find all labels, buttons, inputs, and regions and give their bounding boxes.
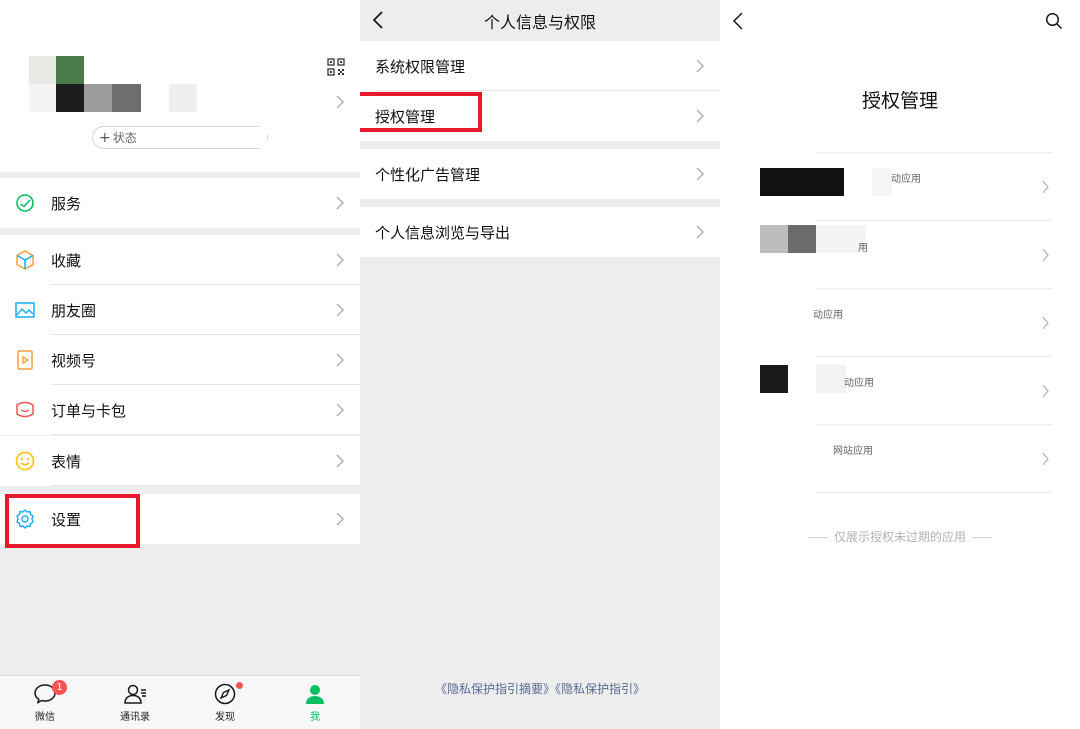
tab-chats[interactable]: 1 微信 — [0, 676, 90, 729]
moments-icon — [14, 299, 36, 321]
me-screen: + 状态 服务 收藏 朋友圈 视频号 订单与卡包 表情 设置 1 微信 通讯录 … — [0, 0, 360, 729]
new-dot — [236, 682, 243, 689]
chevron-right-icon — [695, 108, 705, 124]
service-icon — [14, 192, 36, 214]
chevron-right-icon — [695, 224, 705, 240]
app-name-redacted — [760, 168, 844, 196]
app-type-tag: 动应用 — [813, 310, 843, 321]
avatar — [169, 84, 197, 112]
settings-highlight-box — [5, 494, 140, 548]
tab-label: 通讯录 — [120, 712, 150, 723]
chevron-right-icon — [1041, 179, 1051, 195]
app-name-redacted — [760, 225, 788, 253]
chevron-right-icon — [335, 511, 345, 527]
app-type-tag: 动应用 — [891, 174, 921, 185]
chevron-right-icon — [1041, 247, 1051, 263]
menu-item-label: 朋友圈 — [51, 301, 97, 320]
profile-card[interactable]: + 状态 — [0, 0, 360, 172]
back-arrow-icon[interactable] — [732, 11, 744, 31]
menu-item-label: 服务 — [51, 194, 82, 213]
chevron-right-icon — [335, 352, 345, 368]
menu-item-label: 个性化广告管理 — [375, 166, 481, 184]
menu-item-label: 表情 — [51, 452, 82, 471]
tab-discover[interactable]: 发现 — [180, 676, 270, 729]
menu-item-moments[interactable]: 朋友圈 — [0, 285, 360, 335]
app-type-tag: 用 — [858, 243, 868, 254]
avatar — [56, 84, 84, 112]
footer-note-text: 仅展示授权未过期的应用 — [833, 530, 966, 544]
authorized-app-row[interactable]: 动应用 — [760, 357, 1052, 425]
chevron-right-icon — [335, 302, 345, 318]
page-title: 个人信息与权限 — [483, 13, 596, 32]
avatar — [112, 84, 141, 112]
search-icon[interactable] — [1045, 12, 1063, 30]
orders-cards-icon — [14, 399, 36, 421]
privacy-links: 《隐私保护指引摘要》《隐私保护指引》 — [360, 680, 720, 697]
menu-item-label: 订单与卡包 — [51, 401, 127, 420]
authorized-app-row[interactable]: 用 — [760, 221, 1052, 289]
chevron-right-icon — [335, 453, 345, 469]
menu-item-service[interactable]: 服务 — [0, 178, 360, 228]
contacts-icon — [123, 682, 147, 706]
avatar — [29, 56, 56, 84]
favorites-icon — [14, 249, 36, 271]
authorization-highlight-box — [360, 92, 482, 132]
app-type-tag: 网站应用 — [833, 446, 873, 457]
menu-item-label: 个人信息浏览与导出 — [375, 224, 511, 242]
status-button[interactable]: + 状态 — [92, 126, 268, 149]
authorization-screen: 授权管理 动应用 用 动应用 动应用 网站应用 仅展示授权未过期的应用 — [720, 0, 1080, 729]
tab-label: 发现 — [215, 712, 235, 723]
page-title: 授权管理 — [861, 90, 938, 112]
chevron-right-icon — [335, 94, 345, 110]
tab-me[interactable]: 我 — [270, 676, 360, 729]
app-type-tag: 动应用 — [844, 378, 874, 389]
menu-item-personal-data-export[interactable]: 个人信息浏览与导出 — [360, 207, 720, 257]
chevron-right-icon — [695, 58, 705, 74]
menu-item-system-permissions[interactable]: 系统权限管理 — [360, 41, 720, 91]
chevron-right-icon — [335, 402, 345, 418]
chevron-right-icon — [1041, 315, 1051, 331]
tab-contacts[interactable]: 通讯录 — [90, 676, 180, 729]
discover-icon — [213, 682, 237, 706]
privacy-screen: 个人信息与权限 系统权限管理 授权管理 个性化广告管理 个人信息浏览与导出 《隐… — [360, 0, 720, 729]
avatar — [29, 84, 56, 112]
list-footer-note: 仅展示授权未过期的应用 — [720, 528, 1080, 545]
chevron-right-icon — [1041, 383, 1051, 399]
menu-item-stickers[interactable]: 表情 — [0, 436, 360, 486]
chevron-right-icon — [335, 252, 345, 268]
me-icon — [303, 682, 327, 706]
privacy-policy-link[interactable]: 《隐私保护指引》 — [555, 682, 645, 696]
authorized-app-row[interactable]: 网站应用 — [760, 425, 1052, 493]
menu-item-label: 收藏 — [51, 251, 82, 270]
nav-bar: 个人信息与权限 — [360, 0, 720, 40]
chevron-right-icon — [1041, 451, 1051, 467]
menu-item-channels[interactable]: 视频号 — [0, 335, 360, 385]
bottom-tab-bar: 1 微信 通讯录 发现 我 — [0, 675, 360, 729]
status-label: 状态 — [112, 131, 137, 145]
privacy-summary-link[interactable]: 《隐私保护指引摘要》 — [435, 682, 555, 696]
authorized-app-row[interactable]: 动应用 — [760, 153, 1052, 221]
unread-badge: 1 — [52, 680, 67, 695]
avatar — [56, 56, 84, 84]
chevron-right-icon — [335, 195, 345, 211]
menu-item-favorites[interactable]: 收藏 — [0, 235, 360, 285]
menu-item-label: 系统权限管理 — [375, 58, 466, 76]
plus-icon: + — [99, 129, 111, 146]
app-name-redacted — [760, 365, 788, 393]
menu-item-personalized-ads[interactable]: 个性化广告管理 — [360, 149, 720, 199]
chevron-right-icon — [695, 166, 705, 182]
menu-item-orders-cards[interactable]: 订单与卡包 — [0, 385, 360, 435]
menu-item-label: 视频号 — [51, 351, 97, 370]
qr-code-icon[interactable] — [327, 58, 345, 76]
channels-icon — [14, 349, 36, 371]
authorized-app-row[interactable]: 动应用 — [760, 289, 1052, 357]
tab-label: 微信 — [35, 712, 55, 723]
tab-label: 我 — [310, 712, 320, 723]
sticker-icon — [14, 450, 36, 472]
avatar — [84, 84, 112, 112]
